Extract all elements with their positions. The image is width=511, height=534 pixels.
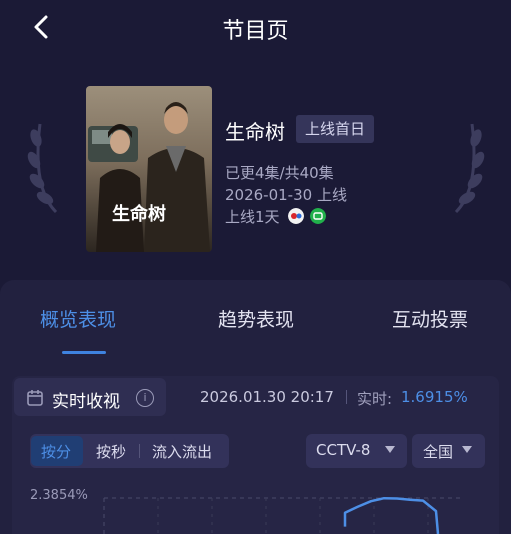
rating-line-chart	[103, 496, 460, 534]
realtime-rate-value: 1.6915%	[401, 388, 468, 406]
granularity-divider	[139, 444, 140, 458]
granularity-option-minute[interactable]: 按分	[41, 441, 71, 462]
poster-title-text: 生命树	[112, 203, 166, 225]
tab-vote[interactable]: 互动投票	[392, 305, 468, 332]
granularity-option-second[interactable]: 按秒	[96, 441, 126, 462]
divider	[346, 390, 347, 404]
chevron-down-icon	[385, 446, 395, 453]
show-name: 生命树	[225, 120, 285, 144]
days-online: 上线1天	[225, 208, 280, 226]
realtime-rate-label: 实时:	[357, 390, 393, 408]
cctv8-channel-icon	[288, 208, 304, 224]
region-dropdown-value: 全国	[423, 443, 454, 461]
channel-dropdown-value: CCTV-8	[316, 441, 371, 459]
status-badge: 上线首日	[296, 115, 375, 143]
calendar-icon	[27, 390, 43, 406]
laurel-left-icon	[27, 123, 58, 214]
realtime-timestamp: 2026.01.30 20:17	[200, 388, 334, 406]
episode-count: 已更4集/共40集	[225, 164, 334, 182]
launch-date: 2026-01-30 上线	[225, 186, 347, 204]
rating-series-line	[343, 496, 440, 534]
tab-trend[interactable]: 趋势表现	[218, 305, 294, 332]
show-poster[interactable]: 生命树	[86, 86, 212, 252]
granularity-option-flow[interactable]: 流入流出	[152, 441, 212, 462]
header-bar: 节目页	[0, 0, 511, 56]
info-icon[interactable]: i	[136, 389, 154, 407]
chevron-down-icon	[462, 446, 472, 453]
laurel-right-icon	[454, 123, 485, 214]
realtime-label: 实时收视	[52, 392, 120, 412]
poster-image: 生命树	[86, 86, 212, 252]
streaming-platform-icon	[310, 208, 326, 224]
active-tab-indicator	[62, 351, 106, 354]
page-title: 节目页	[222, 19, 289, 44]
tab-overview[interactable]: 概览表现	[40, 305, 116, 332]
